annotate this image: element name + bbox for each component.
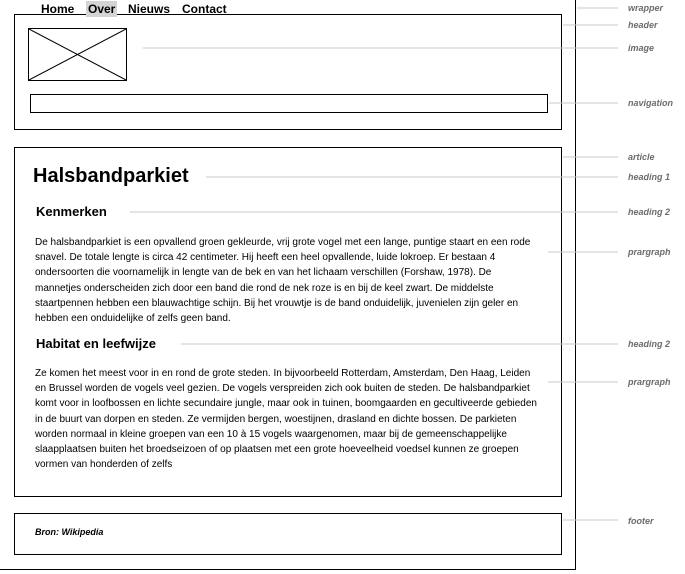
label-header: header	[628, 20, 658, 30]
label-navigation: navigation	[628, 98, 674, 108]
label-paragraph-2: prargraph	[628, 377, 671, 387]
label-heading-2a: heading 2	[628, 207, 671, 217]
annotation-leader-lines	[130, 7, 618, 521]
label-footer: footer	[628, 516, 654, 526]
label-image: image	[628, 43, 655, 53]
label-wrapper: wrapper	[628, 3, 664, 13]
label-paragraph-1: prargraph	[628, 247, 671, 257]
label-heading-2b: heading 2	[628, 339, 671, 349]
label-heading-1: heading 1	[628, 172, 671, 182]
label-article: article	[628, 152, 655, 162]
